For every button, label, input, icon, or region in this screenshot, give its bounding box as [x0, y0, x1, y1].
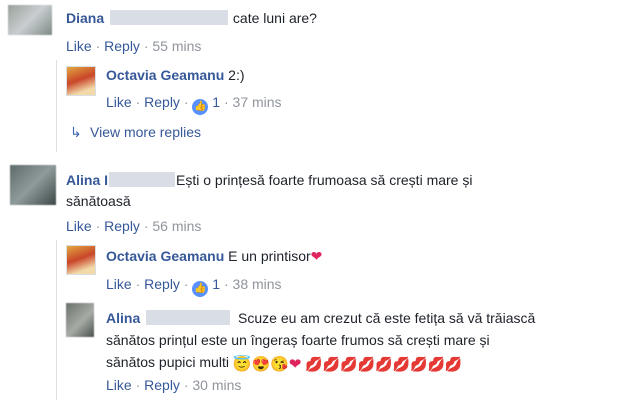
comment-text-line1: Scuze eu am crezut că este fetița să vă …: [238, 310, 536, 326]
avatar-alina[interactable]: [10, 165, 56, 205]
timestamp[interactable]: 37 mins: [233, 94, 282, 110]
reply-arrow-icon: ↳: [70, 124, 82, 140]
timestamp[interactable]: 30 mins: [192, 377, 241, 393]
red-heart-icon: ❤: [310, 248, 323, 264]
comment-actions: Like · Reply · 56 mins: [66, 218, 201, 234]
like-count[interactable]: 1: [212, 276, 220, 292]
separator: ·: [143, 218, 149, 234]
view-more-label[interactable]: View more replies: [90, 124, 201, 140]
timestamp[interactable]: 55 mins: [152, 38, 201, 54]
like-thumb-icon: 👍: [192, 99, 209, 115]
thread-line: [56, 60, 57, 152]
reply-octavia: Octavia Geamanu 2:): [106, 67, 245, 83]
like-link[interactable]: Like: [106, 94, 132, 110]
comment-author[interactable]: Alina I: [66, 172, 108, 188]
avatar-diana[interactable]: [8, 5, 52, 35]
comment-text: 2:): [228, 67, 245, 83]
red-heart-icon: ❤: [288, 356, 302, 373]
comment-text: E un printisor: [228, 248, 311, 264]
comment-text-line2: sănătoasă: [66, 193, 131, 209]
kiss-mark-icon: 💋: [427, 356, 445, 372]
comment-author[interactable]: Octavia Geamanu: [106, 248, 224, 264]
kiss-mark-icon: 💋: [375, 356, 393, 372]
reply-link[interactable]: Reply: [144, 276, 180, 292]
separator: ·: [135, 94, 141, 110]
view-more-replies[interactable]: ↳ View more replies: [70, 124, 201, 141]
comment-actions: Like · Reply · 👍 1 · 38 mins: [106, 276, 282, 297]
kiss-mark-icon: 💋: [340, 356, 358, 372]
like-count[interactable]: 1: [212, 94, 220, 110]
comment-alina: Alina I Ești o prințesă foarte frumoasa s…: [66, 170, 586, 212]
heart-eyes-icon: 😍: [251, 356, 271, 373]
kiss-mark-icon: 💋: [322, 356, 341, 372]
face-blowing-kiss-icon: 😘: [270, 356, 289, 373]
comment-text-line2: sănătos prințul este un îngeraș foarte f…: [106, 332, 490, 348]
redacted-name: [146, 310, 231, 325]
comment-text-line3: sănătos pupici multi: [106, 354, 229, 370]
separator: ·: [135, 276, 141, 292]
timestamp[interactable]: 56 mins: [152, 218, 201, 234]
avatar-octavia[interactable]: [66, 245, 96, 275]
like-thumb-icon: 👍: [192, 281, 209, 297]
redacted-name: [109, 172, 176, 187]
separator: ·: [95, 218, 101, 234]
separator: ·: [95, 38, 101, 54]
avatar-octavia[interactable]: [66, 66, 96, 96]
comment-author[interactable]: Alina: [106, 310, 140, 326]
like-link[interactable]: Like: [66, 218, 92, 234]
comment-text-line1: Ești o prințesă foarte frumoasa să creșt…: [176, 172, 473, 188]
reply-link[interactable]: Reply: [104, 218, 140, 234]
comment-author[interactable]: Octavia Geamanu: [106, 67, 224, 83]
separator: ·: [223, 276, 229, 292]
separator: ·: [183, 276, 189, 292]
separator: ·: [183, 377, 189, 393]
kiss-mark-icon: 💋: [410, 356, 428, 372]
avatar-alina-2[interactable]: [66, 303, 94, 337]
comment-actions: Like · Reply · 👍 1 · 37 mins: [106, 94, 282, 115]
like-link[interactable]: Like: [106, 276, 132, 292]
reply-link[interactable]: Reply: [104, 38, 140, 54]
reply-octavia-2: Octavia Geamanu E un printisor❤: [106, 248, 322, 265]
kiss-mark-icon: 💋: [444, 356, 463, 372]
comment-actions: Like · Reply · 30 mins: [106, 377, 241, 393]
reply-alina: Alina Scuze eu am crezut că este fetița …: [106, 307, 626, 373]
thread-line: [56, 240, 57, 400]
reply-link[interactable]: Reply: [144, 94, 180, 110]
timestamp[interactable]: 38 mins: [233, 276, 282, 292]
separator: ·: [135, 377, 141, 393]
reply-link[interactable]: Reply: [144, 377, 180, 393]
smiling-face-halo-icon: 😇: [232, 356, 252, 373]
kiss-mark-icon: 💋: [392, 356, 410, 372]
kiss-mark-icon: 💋: [357, 356, 376, 372]
comment-actions: Like · Reply · 55 mins: [66, 38, 201, 54]
separator: ·: [223, 94, 229, 110]
comment-text: cate luni are?: [232, 10, 317, 26]
separator: ·: [143, 38, 149, 54]
comment-diana: Diana cate luni are?: [66, 10, 317, 26]
like-link[interactable]: Like: [106, 377, 132, 393]
like-link[interactable]: Like: [66, 38, 92, 54]
comment-author[interactable]: Diana: [66, 10, 104, 26]
redacted-name: [110, 10, 229, 25]
kiss-mark-icon: 💋: [305, 356, 323, 372]
separator: ·: [183, 94, 189, 110]
